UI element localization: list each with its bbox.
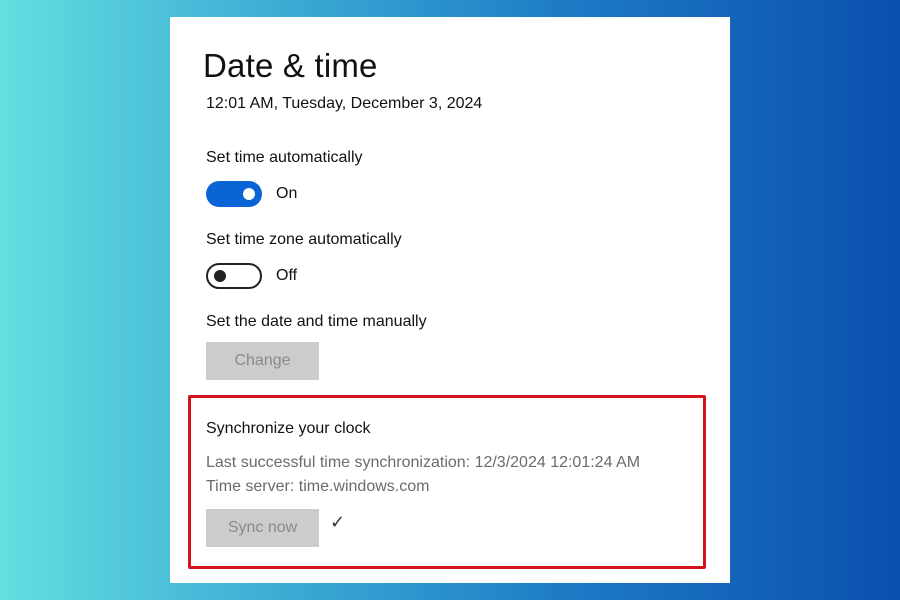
set-timezone-automatically-state: Off bbox=[276, 267, 298, 284]
last-sync-text: Last successful time synchronization: 12… bbox=[206, 454, 641, 471]
page-title: Date & time bbox=[203, 47, 378, 84]
set-timezone-automatically-toggle[interactable] bbox=[206, 263, 262, 289]
checkmark-icon: ✓ bbox=[330, 512, 346, 532]
set-time-automatically-label: Set time automatically bbox=[206, 149, 363, 166]
time-server-text: Time server: time.windows.com bbox=[206, 478, 430, 495]
change-button[interactable]: Change bbox=[206, 342, 319, 380]
sync-now-button[interactable]: Sync now bbox=[206, 509, 319, 547]
set-timezone-automatically-row: Off bbox=[206, 263, 297, 289]
set-time-automatically-state: On bbox=[276, 185, 298, 202]
set-date-time-manually-label: Set the date and time manually bbox=[206, 313, 427, 330]
current-datetime: 12:01 AM, Tuesday, December 3, 2024 bbox=[206, 95, 483, 112]
set-time-automatically-row: On bbox=[206, 181, 297, 207]
toggle-knob bbox=[243, 188, 255, 200]
set-time-automatically-toggle[interactable] bbox=[206, 181, 262, 207]
settings-panel: Date & time 12:01 AM, Tuesday, December … bbox=[170, 17, 730, 583]
synchronize-clock-heading: Synchronize your clock bbox=[206, 420, 371, 437]
set-timezone-automatically-label: Set time zone automatically bbox=[206, 231, 402, 248]
toggle-knob bbox=[214, 270, 226, 282]
